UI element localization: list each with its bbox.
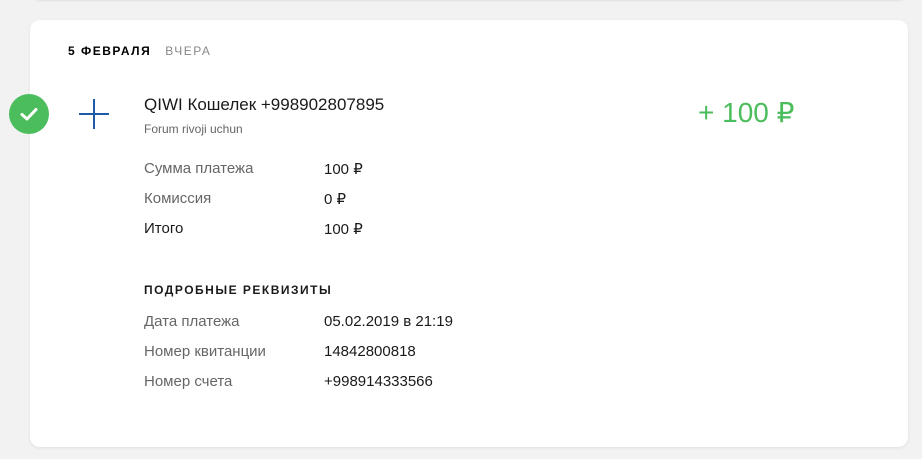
summary-label: Сумма платежа [144, 160, 254, 177]
details-label: Дата платежа [144, 313, 240, 330]
summary-value: 100 ₽ [324, 161, 363, 178]
transaction-comment: Forum rivoji uchun [144, 122, 243, 136]
check-icon [20, 108, 38, 121]
details-value: 05.02.2019 в 21:19 [324, 313, 453, 330]
transaction-amount: + 100 ₽ [698, 97, 795, 128]
details-value: +998914333566 [324, 373, 433, 390]
summary-value: 100 ₽ [324, 221, 363, 238]
transaction-title: QIWI Кошелек +998902807895 [144, 95, 385, 114]
date-header: 5 ФЕВРАЛЯ ВЧЕРА [68, 44, 211, 58]
details-label: Номер счета [144, 373, 233, 390]
status-success-badge [9, 94, 49, 134]
details-label: Номер квитанции [144, 343, 266, 360]
plus-icon [79, 99, 109, 129]
details-value: 14842800818 [324, 343, 416, 360]
relative-date-label: ВЧЕРА [165, 44, 212, 58]
summary-label: Итого [144, 220, 184, 237]
summary-value: 0 ₽ [324, 191, 347, 208]
details-title: ПОДРОБНЫЕ РЕКВИЗИТЫ [144, 283, 333, 297]
date-label: 5 ФЕВРАЛЯ [68, 44, 152, 58]
summary-label: Комиссия [144, 190, 212, 207]
